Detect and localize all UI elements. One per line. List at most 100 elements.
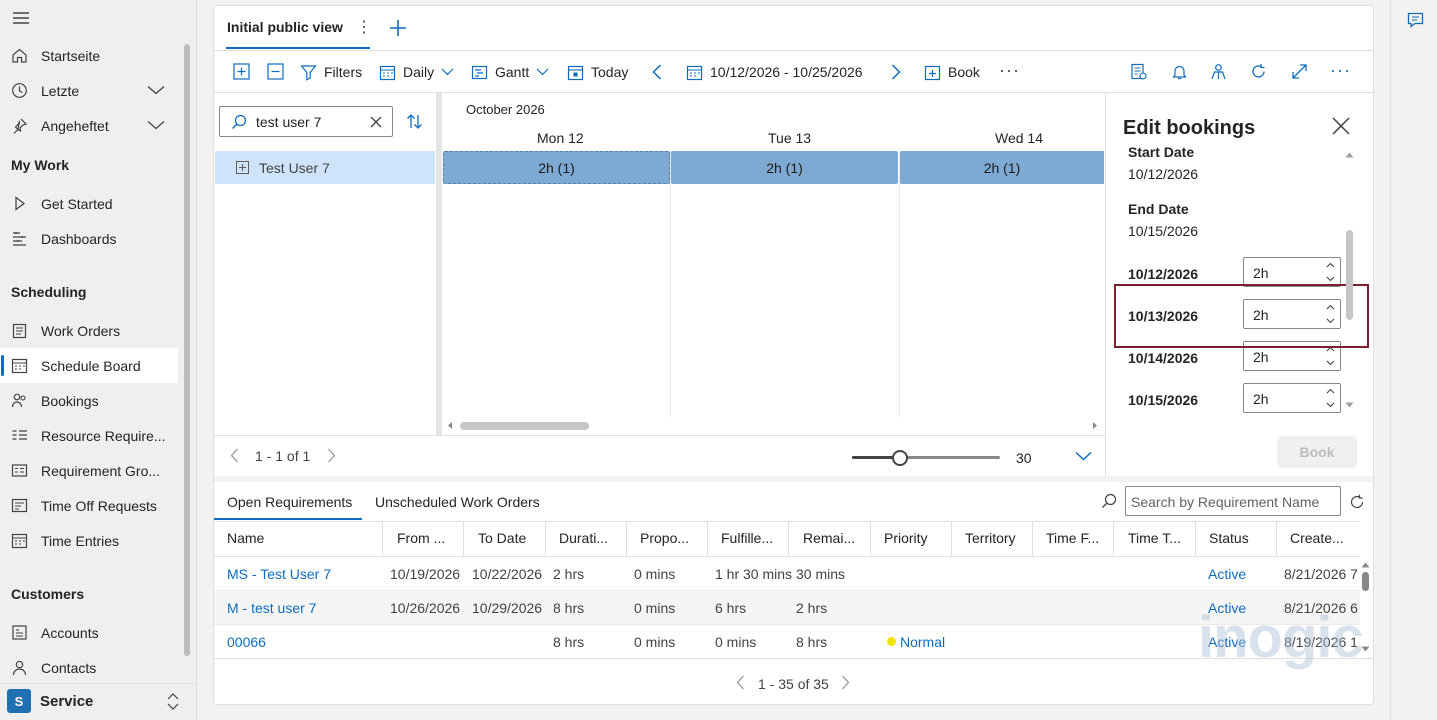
row-status[interactable]: Active (1208, 634, 1246, 650)
close-icon[interactable] (1332, 117, 1350, 135)
booking-bar-mon[interactable]: 2h (1) (443, 151, 670, 184)
nav-item-requirement-groups[interactable]: Requirement Gro... (0, 453, 178, 488)
decrement-icon[interactable] (1326, 276, 1335, 282)
row-priority[interactable]: Normal (900, 634, 945, 650)
scroll-right-icon[interactable] (1092, 421, 1098, 430)
row-name-link[interactable]: M - test user 7 (227, 600, 316, 616)
clear-icon[interactable] (370, 116, 382, 128)
nav-item-time-off-requests[interactable]: Time Off Requests (0, 488, 178, 523)
bell-icon[interactable] (1171, 63, 1188, 80)
collapse-panel-icon[interactable] (1075, 451, 1092, 461)
row-status[interactable]: Active (1208, 600, 1246, 616)
table-row[interactable] (214, 591, 1360, 624)
nav-item-accounts[interactable]: Accounts (0, 615, 178, 650)
scroll-left-icon[interactable] (447, 421, 453, 430)
zoom-slider[interactable] (852, 450, 1000, 466)
tab-unscheduled-work-orders[interactable]: Unscheduled Work Orders (375, 494, 540, 510)
more-options-icon[interactable]: ··· (1330, 60, 1351, 81)
nav-item-dashboards[interactable]: Dashboards (0, 221, 178, 256)
column-header-remaining[interactable]: Remai... (803, 530, 855, 546)
zoom-thumb[interactable] (891, 450, 908, 466)
nav-item-time-entries[interactable]: Time Entries (0, 523, 178, 558)
requirement-search-input[interactable]: Search by Requirement Name (1125, 486, 1341, 516)
column-header-status[interactable]: Status (1209, 530, 1249, 546)
tab-initial-public-view[interactable]: Initial public view (227, 19, 343, 49)
booking-bar-tue[interactable]: 2h (1) (671, 151, 898, 184)
booking-bar-wed[interactable]: 2h (1) (900, 151, 1104, 184)
column-header-proposed[interactable]: Propo... (640, 530, 689, 546)
column-header-time-from[interactable]: Time F... (1046, 530, 1099, 546)
column-header-name[interactable]: Name (227, 530, 264, 546)
hours-spinbox[interactable]: 2h (1243, 383, 1341, 413)
pager-prev-icon[interactable] (736, 675, 745, 690)
daily-dropdown[interactable]: Daily (379, 57, 454, 87)
column-header-duration[interactable]: Durati... (559, 530, 608, 546)
table-row[interactable] (214, 625, 1360, 658)
previous-period-icon[interactable] (652, 64, 662, 80)
pager-prev-icon[interactable] (230, 448, 239, 463)
refresh-icon[interactable] (1349, 494, 1365, 510)
pane-splitter[interactable] (436, 93, 442, 435)
hamburger-menu-icon[interactable] (12, 10, 30, 26)
tab-open-requirements[interactable]: Open Requirements (227, 494, 352, 510)
horizontal-scrollbar-thumb[interactable] (460, 422, 589, 430)
table-scroll-up-icon[interactable] (1361, 562, 1370, 568)
resource-icon[interactable] (1210, 63, 1227, 80)
increment-icon[interactable] (1326, 262, 1335, 268)
column-header-time-to[interactable]: Time T... (1128, 530, 1181, 546)
nav-item-angeheftet[interactable]: Angeheftet (0, 108, 178, 143)
chevron-down-icon[interactable] (147, 85, 165, 95)
resource-search-input[interactable]: test user 7 (219, 106, 393, 137)
expand-row-icon[interactable] (236, 161, 249, 174)
panel-scroll-down-icon[interactable] (1345, 402, 1354, 408)
column-header-fulfilled[interactable]: Fulfille... (721, 530, 773, 546)
chat-icon[interactable] (1407, 12, 1424, 28)
row-status[interactable]: Active (1208, 566, 1246, 582)
sort-icon[interactable] (406, 113, 423, 130)
nav-item-get-started[interactable]: Get Started (0, 186, 178, 221)
gantt-dropdown[interactable]: Gantt (471, 57, 549, 87)
decrement-icon[interactable] (1326, 360, 1335, 366)
nav-item-startseite[interactable]: Startseite (0, 38, 178, 73)
nav-item-resource-requirements[interactable]: Resource Require... (0, 418, 178, 453)
collapse-all-icon[interactable] (267, 63, 284, 80)
expand-all-icon[interactable] (233, 63, 250, 80)
more-options-icon[interactable]: ··· (999, 60, 1020, 81)
row-name-link[interactable]: MS - Test User 7 (227, 566, 331, 582)
more-vertical-icon[interactable]: ⋮ (356, 20, 372, 36)
nav-scrollbar[interactable] (184, 44, 190, 656)
pager-next-icon[interactable] (327, 448, 336, 463)
pager-next-icon[interactable] (841, 675, 850, 690)
column-header-territory[interactable]: Territory (965, 530, 1016, 546)
search-icon[interactable] (1101, 493, 1117, 509)
add-tab-icon[interactable] (389, 19, 407, 37)
resource-row[interactable]: Test User 7 (215, 151, 435, 184)
date-range-picker[interactable]: 10/12/2026 - 10/25/2026 (686, 57, 863, 87)
fullscreen-icon[interactable] (1291, 63, 1308, 80)
table-scrollbar-thumb[interactable] (1362, 572, 1369, 591)
refresh-icon[interactable] (1250, 63, 1267, 80)
area-switcher[interactable]: S Service (0, 683, 196, 720)
increment-icon[interactable] (1326, 388, 1335, 394)
nav-item-schedule-board[interactable]: Schedule Board (0, 348, 178, 383)
nav-item-letzte[interactable]: Letzte (0, 73, 178, 108)
book-toolbar-button[interactable]: Book (924, 57, 980, 87)
column-header-from-date[interactable]: From ... (397, 530, 445, 546)
nav-item-contacts[interactable]: Contacts (0, 650, 178, 685)
nav-item-work-orders[interactable]: Work Orders (0, 313, 178, 348)
row-name-link[interactable]: 00066 (227, 634, 266, 650)
hours-spinbox[interactable]: 2h (1243, 257, 1341, 287)
chevron-down-icon[interactable] (147, 120, 165, 130)
panel-scroll-up-icon[interactable] (1345, 152, 1354, 158)
nav-item-bookings[interactable]: Bookings (0, 383, 178, 418)
filters-button[interactable]: Filters (300, 57, 362, 87)
column-header-created[interactable]: Create... (1290, 530, 1344, 546)
column-header-priority[interactable]: Priority (884, 530, 928, 546)
column-header-to-date[interactable]: To Date (478, 530, 526, 546)
report-icon[interactable] (1130, 63, 1147, 80)
table-scroll-down-icon[interactable] (1361, 646, 1370, 652)
next-period-icon[interactable] (891, 64, 901, 80)
panel-scrollbar-thumb[interactable] (1346, 230, 1353, 320)
book-button[interactable]: Book (1277, 436, 1357, 468)
decrement-icon[interactable] (1326, 402, 1335, 408)
